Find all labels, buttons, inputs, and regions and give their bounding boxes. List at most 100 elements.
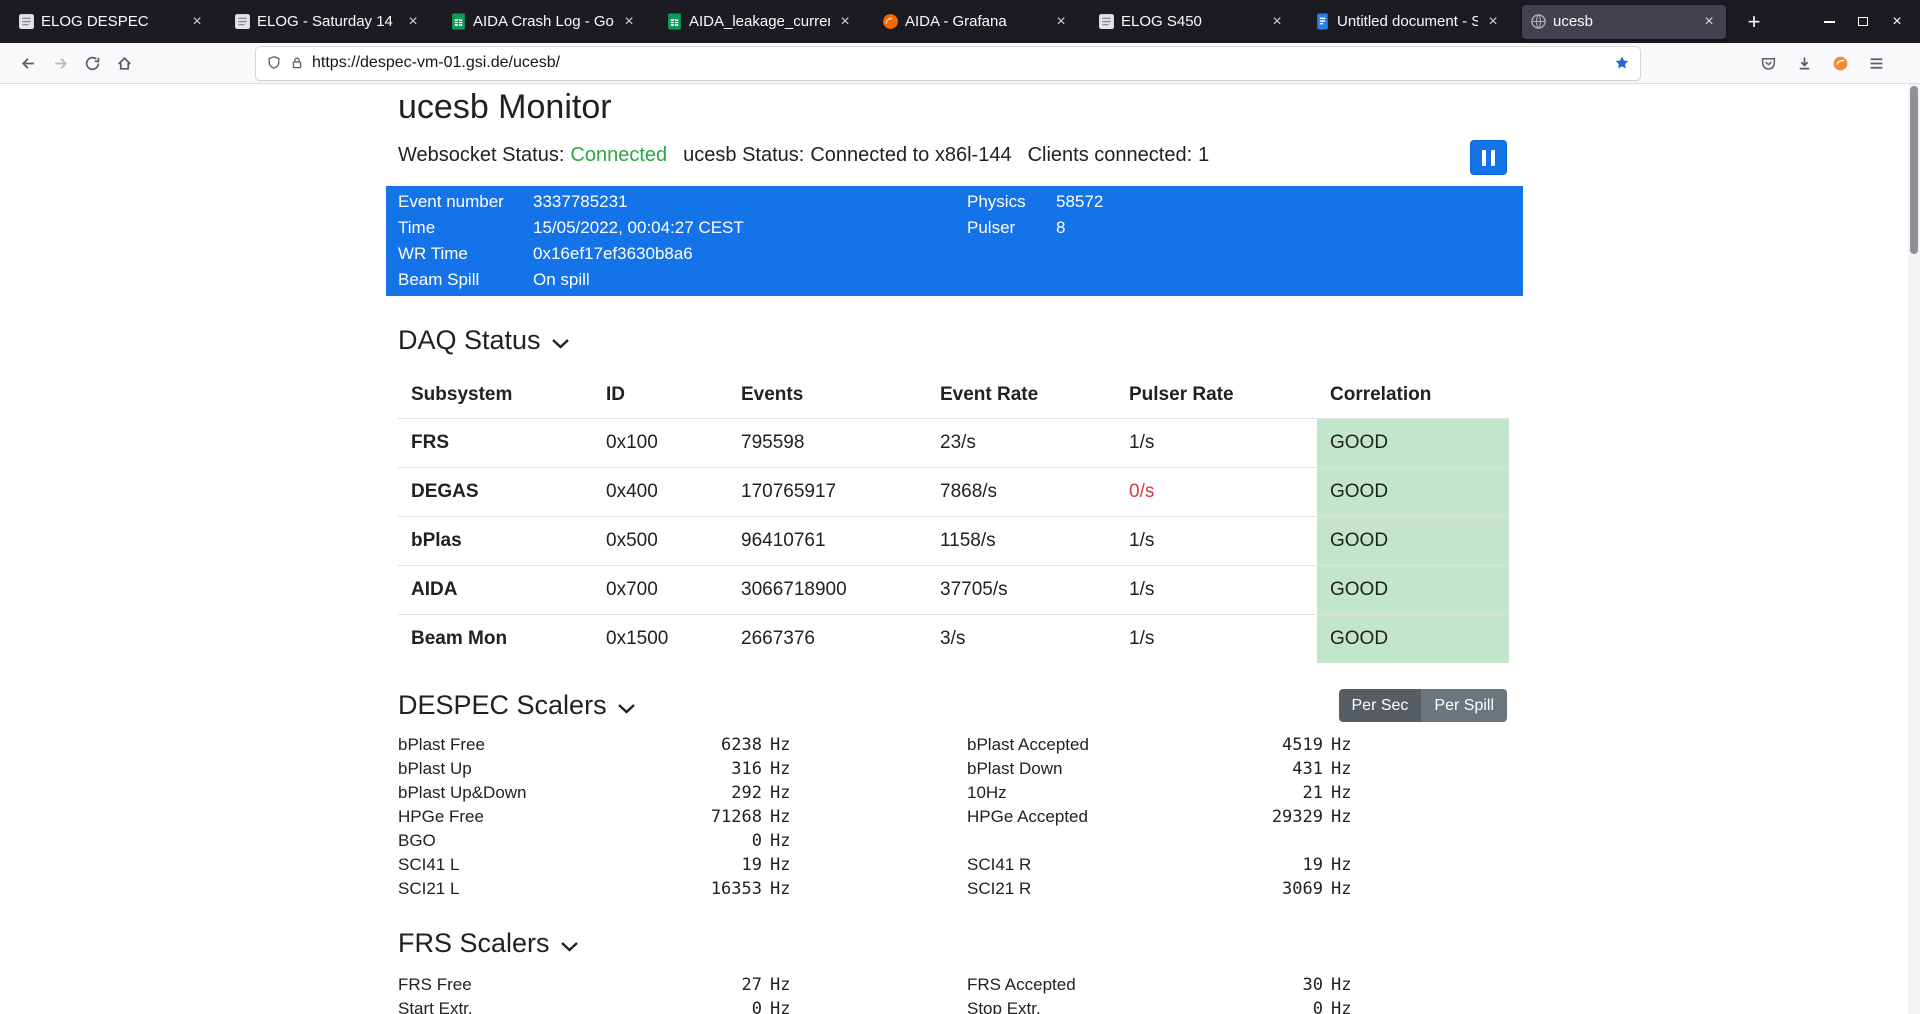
- toolbar-right-icons: [1752, 47, 1892, 79]
- scaler-unit: Hz: [1331, 759, 1359, 779]
- scaler-unit: Hz: [770, 759, 798, 779]
- scaler-unit: Hz: [770, 831, 798, 851]
- scaler-unit: Hz: [770, 975, 798, 995]
- despec-scalers-section-header: DESPEC Scalers Per Sec Per Spill: [398, 687, 1509, 723]
- menu-button[interactable]: [1860, 47, 1892, 79]
- table-row: AIDA 0x700 3066718900 37705/s 1/s GOOD: [398, 566, 1509, 615]
- pause-button[interactable]: [1470, 140, 1507, 175]
- shield-icon[interactable]: [266, 55, 282, 71]
- downloads-button[interactable]: [1788, 47, 1820, 79]
- page-viewport: ucesb Monitor Websocket Status: Connecte…: [0, 84, 1920, 1014]
- tab-untitled-document[interactable]: Untitled document - S450_ ×: [1306, 5, 1510, 39]
- info-value: 58572: [1056, 192, 1103, 212]
- info-label: Time: [398, 218, 533, 238]
- info-value: On spill: [533, 270, 590, 290]
- scaler-label: bPlast Down: [967, 759, 1062, 779]
- scaler-unit: Hz: [770, 855, 798, 875]
- scaler-row: [967, 829, 1359, 853]
- scaler-label: Stop Extr.: [967, 999, 1041, 1014]
- window-minimize-button[interactable]: [1812, 7, 1846, 37]
- home-button[interactable]: [108, 47, 140, 79]
- scaler-row: BGO0Hz: [398, 829, 798, 853]
- scaler-unit: Hz: [1331, 783, 1359, 803]
- scaler-row: SCI21 L16353Hz: [398, 877, 798, 901]
- event-rate-cell: 37705/s: [927, 566, 1116, 615]
- chevron-down-icon[interactable]: [560, 941, 579, 952]
- pulser-rate-cell: 1/s: [1116, 615, 1317, 664]
- sheets-favicon: [450, 13, 467, 30]
- scaler-value: 6238: [485, 735, 762, 755]
- scaler-row: 10Hz21Hz: [967, 781, 1359, 805]
- scaler-row: FRS Accepted30Hz: [967, 973, 1359, 997]
- scalers-right-column: FRS Accepted30Hz Stop Extr.0Hz: [967, 973, 1359, 1014]
- window-close-button[interactable]: ×: [1880, 7, 1914, 37]
- tab-close-icon[interactable]: ×: [404, 13, 422, 31]
- pocket-icon[interactable]: [1752, 47, 1784, 79]
- tab-close-icon[interactable]: ×: [1484, 13, 1502, 31]
- tab-close-icon[interactable]: ×: [1700, 13, 1718, 31]
- tab-close-icon[interactable]: ×: [836, 13, 854, 31]
- window-maximize-button[interactable]: [1846, 7, 1880, 37]
- url-bar[interactable]: https://despec-vm-01.gsi.de/ucesb/: [256, 47, 1640, 80]
- column-header: Events: [728, 372, 927, 419]
- tab-elog-saturday[interactable]: ELOG - Saturday 14 May ×: [226, 5, 430, 39]
- subsystem-cell: AIDA: [398, 566, 593, 615]
- chevron-down-icon[interactable]: [551, 338, 570, 349]
- info-value: 8: [1056, 218, 1065, 238]
- back-button[interactable]: [12, 47, 44, 79]
- per-sec-button[interactable]: Per Sec: [1339, 689, 1422, 722]
- daq-status-table: Subsystem ID Events Event Rate Pulser Ra…: [398, 372, 1509, 663]
- forward-button[interactable]: [44, 47, 76, 79]
- ucesb-status-label: ucesb Status:: [683, 144, 804, 167]
- tab-close-icon[interactable]: ×: [1052, 13, 1070, 31]
- tab-title: AIDA_leakage_current -: [689, 13, 830, 30]
- tab-aida-crash-log[interactable]: AIDA Crash Log - Google ×: [442, 5, 646, 39]
- info-row: Time 15/05/2022, 00:04:27 CEST: [398, 215, 967, 241]
- page-scrollbar[interactable]: [1908, 84, 1920, 1014]
- scaler-label: bPlast Up: [398, 759, 472, 779]
- extension-icon[interactable]: [1824, 47, 1856, 79]
- scaler-label: BGO: [398, 831, 436, 851]
- daq-status-heading: DAQ Status: [398, 325, 541, 356]
- info-value: 0x16ef17ef3630b8a6: [533, 244, 693, 264]
- sheets-favicon: [666, 13, 683, 30]
- scaler-unit: Hz: [770, 999, 798, 1014]
- info-row: WR Time 0x16ef17ef3630b8a6: [398, 241, 967, 267]
- info-label: Event number: [398, 192, 533, 212]
- new-tab-button[interactable]: +: [1738, 6, 1770, 38]
- table-row: bPlas 0x500 96410761 1158/s 1/s GOOD: [398, 517, 1509, 566]
- id-cell: 0x400: [593, 468, 728, 517]
- tab-close-icon[interactable]: ×: [1268, 13, 1286, 31]
- scaler-value: 19: [1031, 855, 1323, 875]
- reload-button[interactable]: [76, 47, 108, 79]
- per-spill-button[interactable]: Per Spill: [1421, 689, 1507, 722]
- websocket-status-value: Connected: [570, 144, 667, 167]
- tab-elog-s450[interactable]: ELOG S450 ×: [1090, 5, 1294, 39]
- tab-title: Untitled document - S450_: [1337, 13, 1478, 30]
- chevron-down-icon[interactable]: [617, 703, 636, 714]
- tab-title: ucesb: [1553, 13, 1694, 30]
- frs-scalers-section-header: FRS Scalers: [398, 925, 1509, 961]
- tab-grafana[interactable]: AIDA - Grafana ×: [874, 5, 1078, 39]
- tab-aida-leakage[interactable]: AIDA_leakage_current - ×: [658, 5, 862, 39]
- scaler-unit: Hz: [1331, 855, 1359, 875]
- bookmark-star-icon[interactable]: [1614, 55, 1630, 71]
- scaler-label: Start Extr.: [398, 999, 473, 1014]
- lock-icon[interactable]: [289, 55, 305, 71]
- tab-ucesb[interactable]: ucesb ×: [1522, 5, 1726, 39]
- id-cell: 0x1500: [593, 615, 728, 664]
- scrollbar-thumb[interactable]: [1910, 86, 1918, 254]
- scaler-value: 21: [1007, 783, 1323, 803]
- tab-close-icon[interactable]: ×: [620, 13, 638, 31]
- scaler-unit: Hz: [770, 783, 798, 803]
- scaler-value: 0: [1041, 999, 1323, 1014]
- minimize-icon: [1824, 21, 1835, 23]
- scaler-value: 431: [1062, 759, 1323, 779]
- scaler-value: 27: [472, 975, 762, 995]
- clients-connected-label: Clients connected:: [1028, 144, 1193, 167]
- tab-elog-despec[interactable]: ELOG DESPEC ×: [10, 5, 214, 39]
- events-cell: 795598: [728, 419, 927, 468]
- tab-close-icon[interactable]: ×: [188, 13, 206, 31]
- tab-title: ELOG S450: [1121, 13, 1262, 30]
- scaler-unit: Hz: [1331, 735, 1359, 755]
